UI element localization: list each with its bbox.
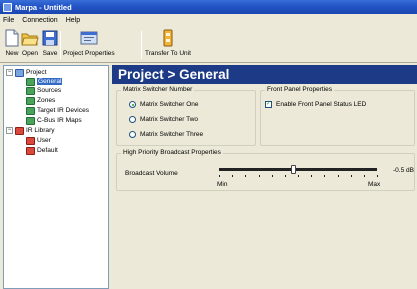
- library-icon: [26, 136, 35, 145]
- page-title: Project > General: [112, 65, 417, 84]
- menu-connection[interactable]: Connection: [22, 17, 57, 24]
- tree-item-sources[interactable]: Sources: [26, 86, 61, 95]
- slider-tick: [311, 175, 313, 177]
- open-button-label: Open: [22, 50, 38, 57]
- page-icon: [26, 106, 35, 115]
- save-disk-icon: [41, 29, 59, 47]
- slider-tick: [219, 175, 220, 177]
- toolbar: New Open Save Project Properties Transfe…: [0, 27, 417, 63]
- open-button[interactable]: Open: [21, 29, 39, 57]
- slider-tick: [271, 175, 273, 177]
- radio-label: Matrix Switcher Two: [140, 116, 199, 123]
- new-button[interactable]: New: [3, 29, 21, 57]
- slider-tick: [337, 175, 339, 177]
- tree-item-general[interactable]: General: [26, 77, 63, 86]
- project-properties-label: Project Properties: [63, 50, 115, 57]
- matrix-switcher-group: Matrix Switcher Number Matrix Switcher O…: [116, 86, 256, 146]
- toolbar-separator: [60, 31, 61, 59]
- new-button-label: New: [5, 50, 19, 57]
- volume-value: -0.5 dB: [393, 167, 414, 174]
- tree-item-label: Sources: [37, 87, 62, 94]
- app-icon: [3, 2, 12, 12]
- status-led-checkbox[interactable]: ✓: [265, 101, 272, 108]
- volume-slider-thumb[interactable]: [290, 165, 296, 174]
- radio-label: Matrix Switcher One: [140, 101, 199, 108]
- project-icon: [15, 68, 24, 77]
- slider-tick: [363, 175, 365, 177]
- slider-min-label: Min: [217, 181, 228, 188]
- menu-help[interactable]: Help: [66, 17, 80, 24]
- broadcast-group: High Priority Broadcast Properties Broad…: [116, 149, 415, 191]
- slider-tick: [298, 175, 299, 177]
- tree-item-zones[interactable]: Zones: [26, 96, 55, 105]
- new-file-icon: [3, 29, 21, 47]
- tree-item-label: Zones: [37, 97, 56, 104]
- properties-icon: [80, 29, 98, 47]
- slider-tick: [245, 175, 247, 177]
- project-properties-button[interactable]: Project Properties: [63, 29, 115, 57]
- slider-tick: [324, 175, 326, 177]
- group-legend: Matrix Switcher Number: [121, 86, 195, 93]
- radio-matrix-three[interactable]: Matrix Switcher Three: [129, 131, 203, 138]
- radio-matrix-one[interactable]: Matrix Switcher One: [129, 101, 199, 108]
- tree-item-label: Default: [37, 147, 58, 154]
- tree-item-label: IR Library: [26, 127, 55, 134]
- tree-item-user[interactable]: User: [26, 136, 51, 145]
- radio-label: Matrix Switcher Three: [140, 131, 204, 138]
- tree-item-label: C-Bus IR Maps: [37, 117, 82, 124]
- radio-button[interactable]: [129, 131, 136, 138]
- toolbar-separator: [141, 31, 142, 59]
- transfer-icon: [159, 29, 177, 47]
- tree-item-ir-library[interactable]: − IR Library: [6, 126, 55, 135]
- window-title: Marpa - Untitled: [15, 2, 72, 12]
- transfer-button[interactable]: Transfer To Unit: [145, 29, 191, 57]
- tree-item-label: Target IR Devices: [37, 107, 90, 114]
- page-icon: [26, 86, 35, 95]
- group-legend: Front Panel Properties: [265, 86, 335, 93]
- tree-item-cbus-ir[interactable]: C-Bus IR Maps: [26, 116, 82, 125]
- tree-item-label: Project: [26, 69, 47, 76]
- content-panel: Project > General Matrix Switcher Number…: [112, 65, 417, 289]
- project-tree[interactable]: − Project General Sources Zones Target I…: [3, 65, 109, 289]
- transfer-label: Transfer To Unit: [145, 50, 191, 57]
- save-button[interactable]: Save: [41, 29, 59, 57]
- title-bar: Marpa - Untitled: [0, 0, 417, 14]
- menu-file[interactable]: File: [3, 17, 14, 24]
- slider-tick: [284, 175, 286, 177]
- group-legend: High Priority Broadcast Properties: [121, 149, 223, 156]
- volume-slider-track[interactable]: [219, 168, 377, 171]
- front-panel-group: Front Panel Properties ✓ Enable Front Pa…: [260, 86, 415, 146]
- status-led-checkbox-row[interactable]: ✓ Enable Front Panel Status LED: [265, 101, 366, 108]
- open-folder-icon: [21, 29, 39, 47]
- radio-matrix-two[interactable]: Matrix Switcher Two: [129, 116, 198, 123]
- tree-item-default[interactable]: Default: [26, 146, 58, 155]
- broadcast-volume-label: Broadcast Volume: [125, 170, 178, 177]
- slider-tick: [258, 175, 260, 177]
- save-button-label: Save: [42, 50, 58, 57]
- slider-tick: [350, 175, 352, 177]
- checkbox-label: Enable Front Panel Status LED: [276, 101, 367, 108]
- library-icon: [15, 126, 24, 135]
- page-icon: [26, 77, 35, 86]
- app-window: Marpa - Untitled File Connection Help Ne…: [0, 0, 417, 289]
- tree-item-project[interactable]: − Project: [6, 68, 47, 77]
- page-icon: [26, 116, 35, 125]
- collapse-icon[interactable]: −: [6, 127, 13, 134]
- slider-tick: [232, 175, 234, 177]
- slider-max-label: Max: [368, 181, 381, 188]
- tree-item-label: General: [37, 78, 63, 85]
- tree-item-label: User: [37, 137, 51, 144]
- library-icon: [26, 146, 35, 155]
- collapse-icon[interactable]: −: [6, 69, 13, 76]
- radio-button[interactable]: [129, 116, 136, 123]
- tree-item-target-ir[interactable]: Target IR Devices: [26, 106, 89, 115]
- page-icon: [26, 96, 35, 105]
- slider-tick: [377, 175, 378, 177]
- radio-button[interactable]: [129, 101, 136, 108]
- menu-bar: File Connection Help: [0, 15, 88, 26]
